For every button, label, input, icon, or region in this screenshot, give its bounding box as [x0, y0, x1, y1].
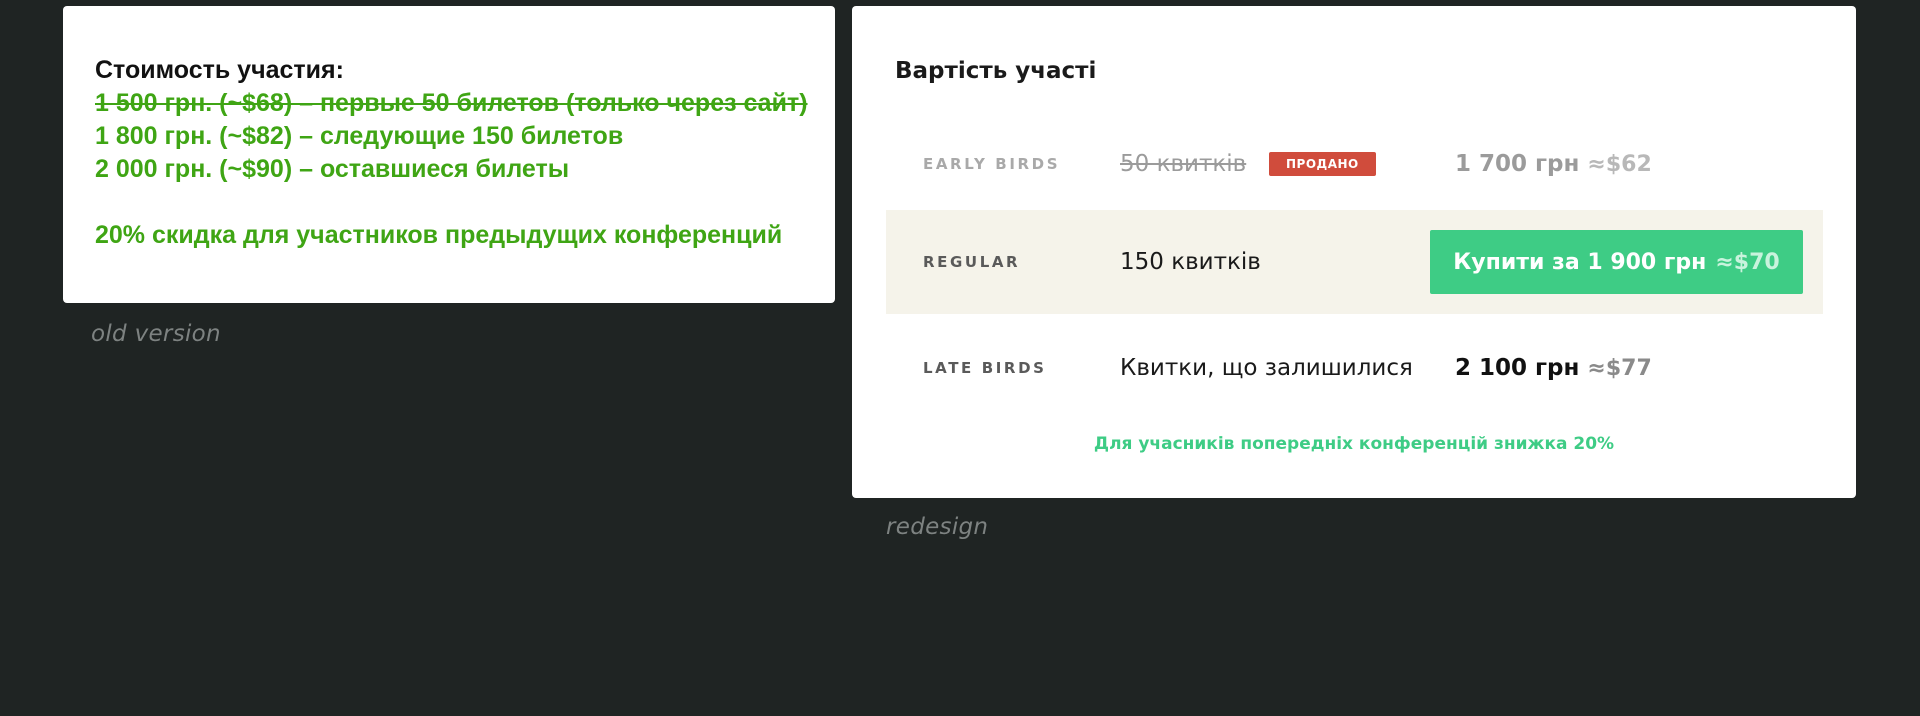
tier-description: Квитки, що залишилися [1120, 355, 1413, 381]
old-title: Стоимость участия: [95, 56, 344, 84]
price-usd: ≈$77 [1587, 356, 1652, 381]
tier-description: 150 квитків [1120, 249, 1261, 275]
price-uah: 2 100 грн [1455, 355, 1580, 381]
tier-early-birds: EARLY BIRDS 50 квитків ПРОДАНО 1 700 грн… [886, 112, 1823, 216]
old-version-caption: old version [91, 321, 221, 347]
old-version-card: Стоимость участия: 1 500 грн. (~$68) – п… [63, 6, 835, 303]
price-uah: 1 700 грн [1455, 151, 1580, 177]
sold-out-badge: ПРОДАНО [1269, 152, 1376, 176]
tier-name: LATE BIRDS [923, 359, 1047, 377]
tier-regular: REGULAR 150 квитків Купити за 1 900 грн ≈… [886, 210, 1823, 314]
redesign-caption: redesign [886, 514, 989, 540]
old-price-line-3: 2 000 грн. (~$90) – оставшиеся билеты [95, 155, 570, 183]
tier-name: EARLY BIRDS [923, 155, 1061, 173]
tier-name: REGULAR [923, 253, 1021, 271]
old-price-line-2: 1 800 грн. (~$82) – следующие 150 билето… [95, 122, 624, 150]
redesign-card: Вартість участі EARLY BIRDS 50 квитків П… [852, 6, 1856, 498]
tier-description: 50 квитків [1120, 151, 1247, 177]
old-spacer [95, 186, 803, 219]
tier-price: 1 700 грн ≈$62 [1455, 151, 1652, 177]
buy-button-label: Купити за 1 900 грн [1453, 249, 1707, 275]
buy-ticket-button[interactable]: Купити за 1 900 грн ≈$70 [1430, 230, 1803, 294]
tier-price: 2 100 грн ≈$77 [1455, 355, 1652, 381]
discount-note: Для учасників попередніх конференцій зни… [1093, 434, 1615, 454]
price-usd: ≈$62 [1587, 152, 1652, 177]
tier-late-birds: LATE BIRDS Квитки, що залишилися 2 100 г… [886, 316, 1823, 420]
old-price-line-1: 1 500 грн. (~$68) – первые 50 билетов (т… [95, 89, 808, 117]
redesign-title: Вартість участі [895, 58, 1097, 84]
old-discount: 20% скидка для участников предыдущих кон… [95, 221, 783, 249]
buy-button-usd: ≈$70 [1715, 249, 1780, 275]
comparison-stage: Стоимость участия: 1 500 грн. (~$68) – п… [0, 0, 1920, 716]
